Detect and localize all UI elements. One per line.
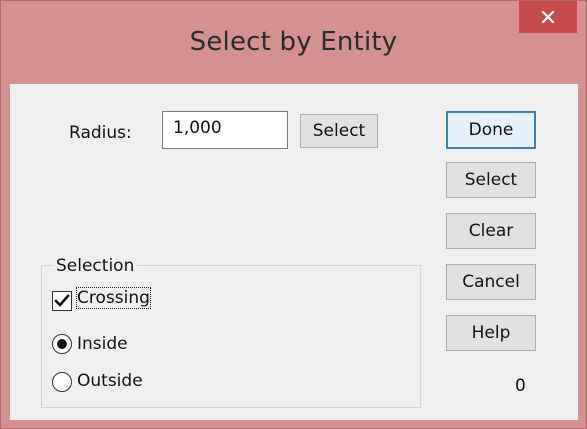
dialog-window: Select by Entity Radius: 1,000 Select Do… — [0, 0, 587, 429]
dialog-title: Select by Entity — [189, 27, 398, 57]
radius-label: Radius: — [69, 123, 132, 143]
done-button[interactable]: Done — [446, 111, 536, 149]
title-bar[interactable]: Select by Entity — [1, 1, 586, 84]
radius-input[interactable]: 1,000 — [162, 111, 288, 149]
clear-button[interactable]: Clear — [446, 213, 536, 249]
inside-radio[interactable] — [52, 334, 72, 354]
outside-radio[interactable] — [52, 372, 72, 392]
selection-group-label: Selection — [53, 256, 138, 276]
close-icon — [541, 10, 555, 24]
crossing-checkbox[interactable] — [52, 291, 72, 311]
select-button[interactable]: Select — [446, 162, 536, 198]
help-button[interactable]: Help — [446, 315, 536, 351]
crossing-label[interactable]: Crossing — [76, 287, 151, 309]
dialog-client-area: Radius: 1,000 Select Done Select Clear C… — [10, 84, 578, 420]
outside-label[interactable]: Outside — [77, 371, 143, 391]
radius-select-button[interactable]: Select — [300, 114, 378, 148]
selection-count: 0 — [515, 376, 526, 396]
cancel-button[interactable]: Cancel — [446, 264, 536, 300]
close-button[interactable] — [519, 1, 577, 33]
radio-dot-icon — [57, 339, 67, 349]
inside-label[interactable]: Inside — [77, 334, 128, 354]
